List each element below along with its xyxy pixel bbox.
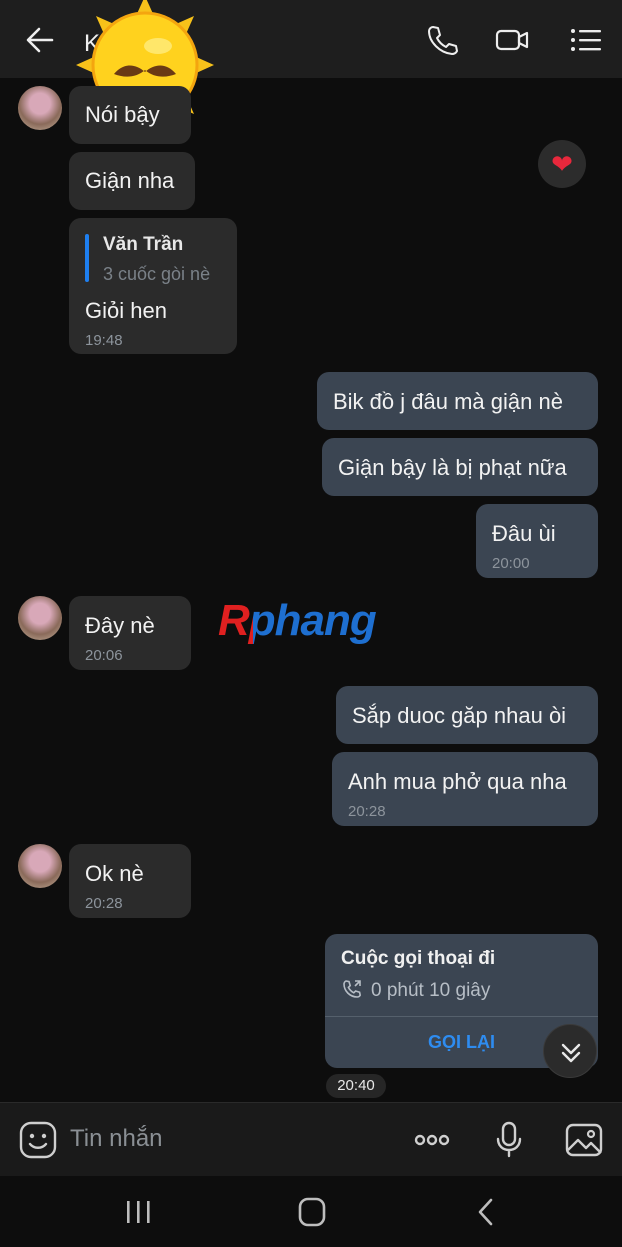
phone-icon	[428, 26, 458, 55]
system-navigation-bar	[0, 1176, 622, 1247]
call-title: Cuộc gọi thoại đi	[341, 948, 496, 969]
message-bubble-incoming[interactable]: Đây nè 20:06	[69, 596, 191, 670]
message-bubble-incoming[interactable]: Ok nè 20:28	[69, 844, 191, 918]
message-time: 20:28	[85, 895, 123, 912]
heart-reaction-icon[interactable]: ❤	[538, 140, 586, 188]
scroll-to-bottom-button[interactable]	[543, 1024, 597, 1078]
call-duration: 0 phút 10 giây	[371, 980, 491, 1001]
recent-apps-button[interactable]	[118, 1194, 158, 1230]
message-bubble-outgoing[interactable]: Bik đồ j đâu mà giận nè	[317, 372, 598, 430]
reply-sender: Văn Trần	[103, 234, 184, 255]
home-icon	[298, 1197, 326, 1227]
arrow-left-icon	[26, 27, 54, 53]
message-text: Giận nha	[85, 168, 175, 193]
message-bubble-outgoing[interactable]: Đâu ùi 20:00	[476, 504, 598, 578]
watermark-logo: Rphang	[218, 596, 377, 645]
message-bubble-outgoing[interactable]: Giận bậy là bị phạt nữa	[322, 438, 598, 496]
message-time: 20:00	[492, 555, 530, 572]
outgoing-call-icon	[343, 980, 362, 998]
list-menu-icon	[571, 29, 601, 51]
sticker-button[interactable]	[18, 1120, 58, 1160]
message-time: 19:48	[85, 332, 123, 349]
more-options-button[interactable]	[412, 1120, 452, 1160]
recent-apps-icon	[127, 1201, 150, 1223]
message-time: 20:28	[348, 803, 386, 820]
gallery-button[interactable]	[564, 1120, 604, 1160]
double-chevron-down-icon	[561, 1043, 581, 1063]
back-button[interactable]	[22, 22, 58, 58]
back-nav-button[interactable]	[466, 1194, 506, 1230]
message-text: Anh mua phở qua nha	[348, 769, 567, 794]
image-icon	[565, 1123, 603, 1157]
message-time: 20:06	[85, 647, 123, 664]
message-bubble-outgoing[interactable]: Sắp duoc găp nhau òi	[336, 686, 598, 744]
message-text: Giận bậy là bị phạt nữa	[338, 455, 567, 480]
voice-message-button[interactable]	[489, 1120, 529, 1160]
message-text: Bik đồ j đâu mà giận nè	[333, 389, 563, 414]
message-text: Sắp duoc găp nhau òi	[352, 703, 567, 728]
contact-avatar[interactable]	[18, 844, 62, 888]
divider	[325, 1016, 598, 1017]
video-icon	[495, 29, 529, 51]
reply-indicator	[85, 234, 89, 282]
message-text: Đâu ùi	[492, 521, 556, 546]
emoji-icon	[19, 1121, 57, 1159]
chevron-left-icon	[478, 1198, 493, 1226]
voice-call-button[interactable]	[424, 22, 460, 58]
contact-avatar[interactable]	[18, 596, 62, 640]
message-input[interactable]	[70, 1125, 390, 1153]
timestamp-chip: 20:40	[326, 1074, 386, 1098]
home-button[interactable]	[292, 1194, 332, 1230]
message-text: Ok nè	[85, 861, 144, 886]
message-bubble-incoming-reply[interactable]: Văn Trần 3 cuốc gòi nè Giỏi hen 19:48	[69, 218, 237, 354]
message-text: Giỏi hen	[85, 298, 167, 323]
microphone-icon	[496, 1121, 522, 1158]
message-text: Nói bậy	[85, 102, 160, 127]
options-button[interactable]	[568, 22, 604, 58]
message-composer	[0, 1102, 622, 1176]
message-text: Đây nè	[85, 613, 155, 638]
more-horizontal-icon	[414, 1134, 450, 1146]
message-bubble-incoming[interactable]: Nói bậy	[69, 86, 191, 144]
video-call-button[interactable]	[494, 22, 530, 58]
reply-preview: 3 cuốc gòi nè	[103, 264, 211, 284]
contact-avatar[interactable]	[18, 86, 62, 130]
message-bubble-outgoing[interactable]: Anh mua phở qua nha 20:28	[332, 752, 598, 826]
message-bubble-incoming[interactable]: Giận nha	[69, 152, 195, 210]
